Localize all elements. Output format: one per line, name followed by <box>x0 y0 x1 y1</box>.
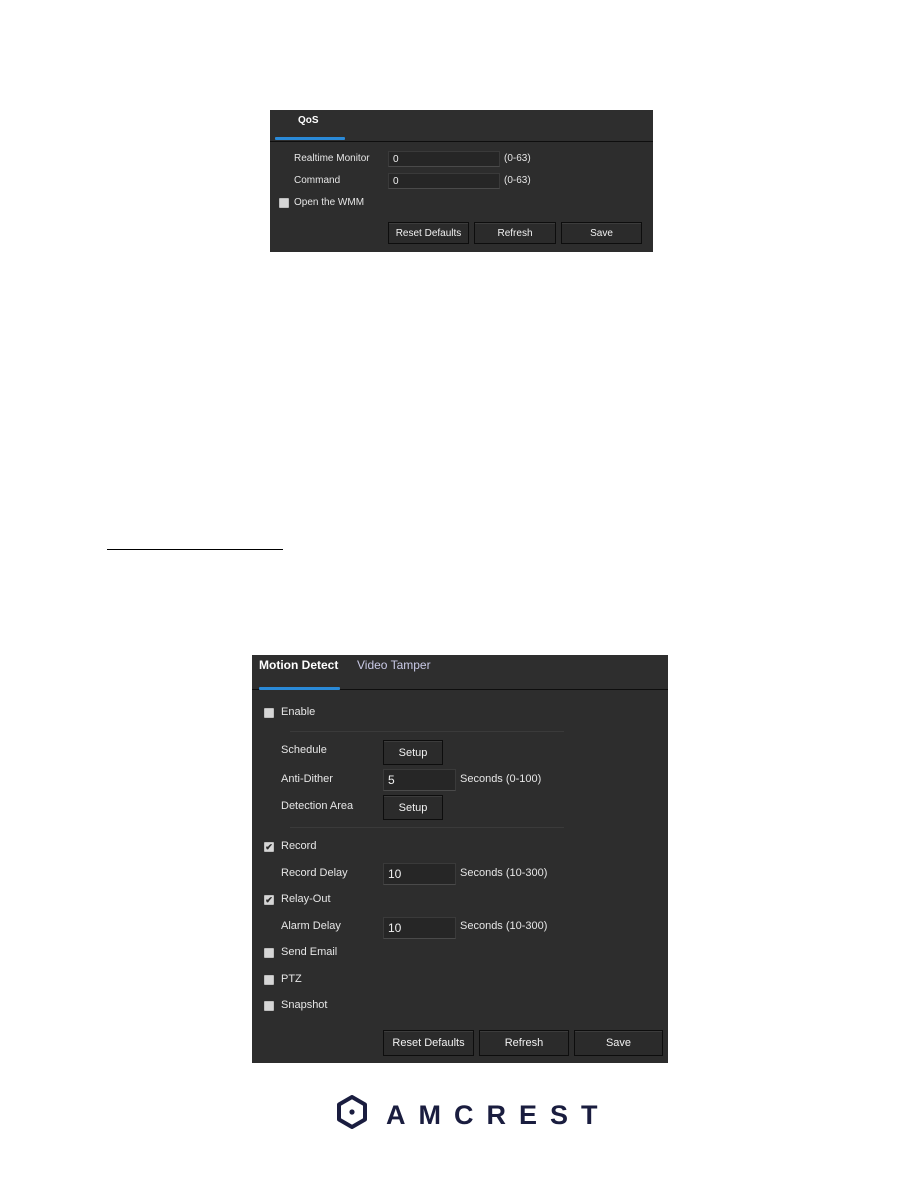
section-heading-underline <box>107 549 283 550</box>
alarm-delay-label: Alarm Delay <box>281 920 341 932</box>
enable-checkbox[interactable] <box>264 708 274 718</box>
open-wmm-label: Open the WMM <box>294 197 365 208</box>
record-delay-input[interactable] <box>383 863 456 885</box>
relay-out-checkbox[interactable]: ✔ <box>264 895 274 905</box>
record-label: Record <box>281 840 317 852</box>
record-checkbox[interactable]: ✔ <box>264 842 274 852</box>
realtime-monitor-input[interactable] <box>388 151 500 167</box>
motion-detect-panel: Motion Detect Video Tamper Enable Schedu… <box>252 655 668 1063</box>
amcrest-hexagon-icon <box>336 1095 368 1136</box>
save-button[interactable]: Save <box>574 1030 663 1056</box>
open-wmm-checkbox[interactable] <box>279 198 289 208</box>
tab-motion-detect[interactable]: Motion Detect <box>259 658 338 672</box>
qos-tab-bar: QoS <box>270 110 653 142</box>
active-tab-indicator <box>259 687 340 690</box>
detection-area-label: Detection Area <box>281 800 354 812</box>
motion-tab-bar: Motion Detect Video Tamper <box>252 655 668 690</box>
enable-label: Enable <box>281 706 316 718</box>
schedule-setup-button[interactable]: Setup <box>383 740 443 765</box>
tab-qos[interactable]: QoS <box>298 115 319 126</box>
qos-panel: QoS Realtime Monitor (0-63) Command (0-6… <box>270 110 653 252</box>
schedule-label: Schedule <box>281 744 327 756</box>
detection-area-setup-button[interactable]: Setup <box>383 795 443 820</box>
record-delay-label: Record Delay <box>281 867 348 879</box>
active-tab-indicator <box>275 137 345 140</box>
brand-name: AMCREST <box>386 1100 611 1130</box>
realtime-monitor-label: Realtime Monitor <box>294 153 370 164</box>
section-divider <box>290 827 564 828</box>
send-email-checkbox[interactable] <box>264 948 274 958</box>
refresh-button[interactable]: Refresh <box>479 1030 569 1056</box>
command-range: (0-63) <box>504 175 531 186</box>
anti-dither-range: Seconds (0-100) <box>460 773 542 785</box>
save-button[interactable]: Save <box>561 222 642 244</box>
record-delay-range: Seconds (10-300) <box>460 867 548 879</box>
anti-dither-input[interactable] <box>383 769 456 791</box>
ptz-checkbox[interactable] <box>264 975 274 985</box>
alarm-delay-range: Seconds (10-300) <box>460 920 548 932</box>
snapshot-checkbox[interactable] <box>264 1001 274 1011</box>
anti-dither-label: Anti-Dither <box>281 773 333 785</box>
realtime-monitor-range: (0-63) <box>504 153 531 164</box>
refresh-button[interactable]: Refresh <box>474 222 556 244</box>
reset-defaults-button[interactable]: Reset Defaults <box>388 222 469 244</box>
section-divider <box>290 731 564 732</box>
alarm-delay-input[interactable] <box>383 917 456 939</box>
relay-out-label: Relay-Out <box>281 893 331 905</box>
send-email-label: Send Email <box>281 946 338 958</box>
ptz-label: PTZ <box>281 973 302 985</box>
reset-defaults-button[interactable]: Reset Defaults <box>383 1030 474 1056</box>
amcrest-logo: AMCREST <box>336 1095 611 1136</box>
command-label: Command <box>294 175 341 186</box>
snapshot-label: Snapshot <box>281 999 328 1011</box>
tab-video-tamper[interactable]: Video Tamper <box>357 658 431 672</box>
command-input[interactable] <box>388 173 500 189</box>
